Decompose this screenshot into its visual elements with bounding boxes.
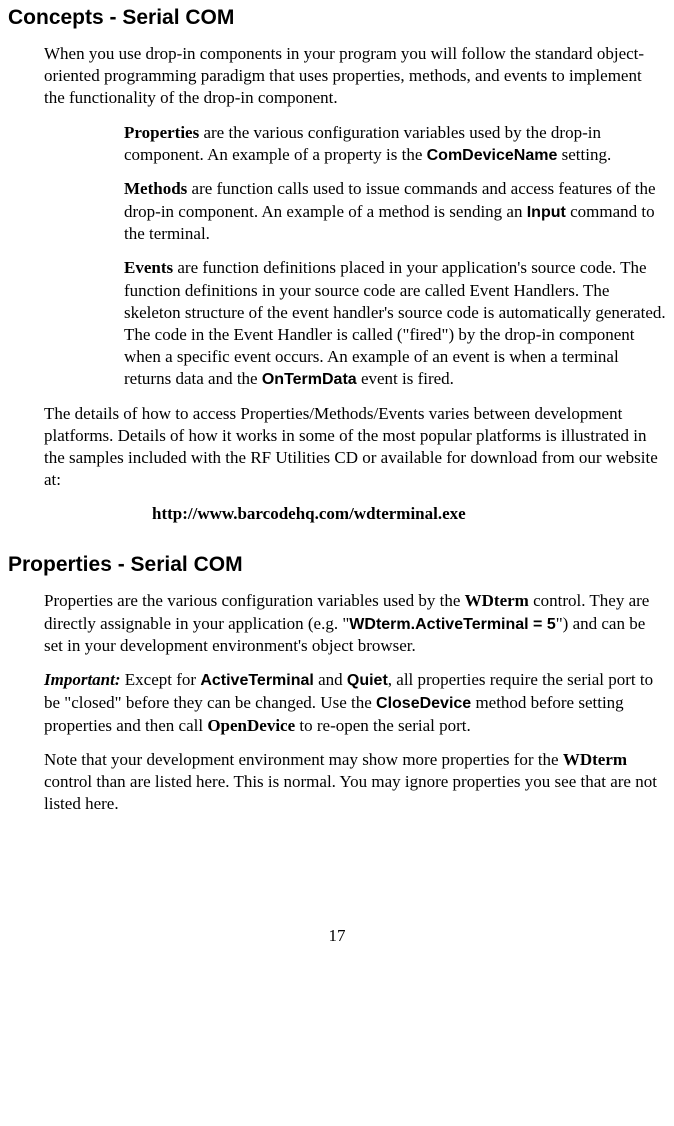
text: event is fired. xyxy=(357,369,454,388)
download-url: http://www.barcodehq.com/wdterminal.exe xyxy=(152,503,666,525)
code-activeterminal-assign: WDterm.ActiveTerminal = 5 xyxy=(349,616,555,633)
term-methods: Methods xyxy=(124,179,187,198)
term-events: Events xyxy=(124,258,173,277)
properties-p3: Note that your development environment m… xyxy=(44,749,666,815)
properties-p1: Properties are the various configuration… xyxy=(44,590,666,657)
code-quiet: Quiet xyxy=(347,672,388,689)
bold-wdterm: WDterm xyxy=(465,591,529,610)
text: and xyxy=(314,670,347,689)
text: Properties are the various configuration… xyxy=(44,591,465,610)
details-paragraph: The details of how to access Properties/… xyxy=(44,403,666,491)
text: to re-open the serial port. xyxy=(295,716,471,735)
def-events: Events are function definitions placed i… xyxy=(124,257,666,390)
text: setting. xyxy=(557,145,611,164)
text: Except for xyxy=(121,670,201,689)
heading-properties: Properties - Serial COM xyxy=(8,551,666,578)
text: Note that your development environment m… xyxy=(44,750,563,769)
bold-wdterm: WDterm xyxy=(563,750,627,769)
intro-paragraph: When you use drop-in components in your … xyxy=(44,43,666,109)
bold-opendevice: OpenDevice xyxy=(207,716,295,735)
def-methods: Methods are function calls used to issue… xyxy=(124,178,666,245)
text: control than are listed here. This is no… xyxy=(44,772,657,813)
term-properties: Properties xyxy=(124,123,199,142)
code-ontermdata: OnTermData xyxy=(262,371,357,388)
page-number: 17 xyxy=(8,925,666,947)
def-properties: Properties are the various configuration… xyxy=(124,122,666,167)
code-comdevicename: ComDeviceName xyxy=(427,147,558,164)
code-activeterminal: ActiveTerminal xyxy=(200,672,314,689)
important-label: Important: xyxy=(44,670,121,689)
code-closedevice: CloseDevice xyxy=(376,695,471,712)
properties-p2: Important: Except for ActiveTerminal and… xyxy=(44,669,666,737)
heading-concepts: Concepts - Serial COM xyxy=(8,4,666,31)
code-input: Input xyxy=(527,204,566,221)
